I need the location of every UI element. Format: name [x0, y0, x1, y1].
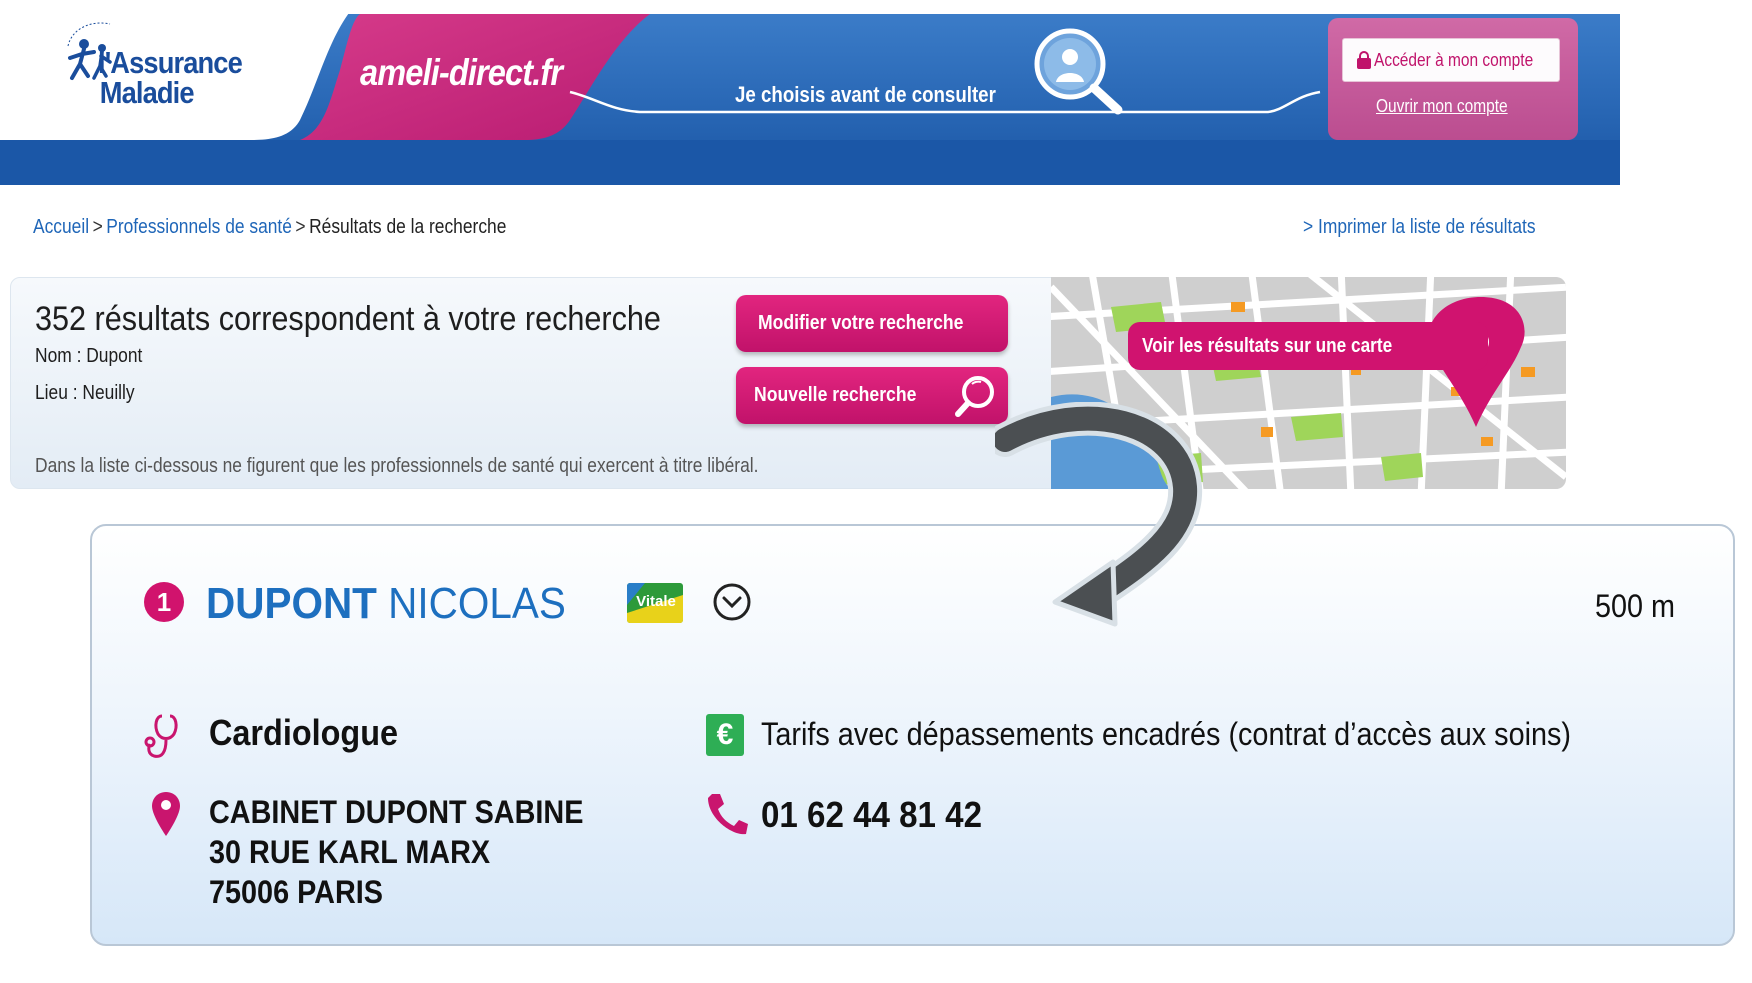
vitale-label: Vitale — [636, 593, 676, 610]
access-account-button[interactable]: Accéder à mon compte — [1342, 38, 1560, 82]
site-title[interactable]: ameli-direct.fr — [360, 52, 563, 94]
breadcrumb: Accueil > Professionnels de santé > Résultat… — [33, 216, 506, 239]
view-on-map-label: Voir les résultats sur une carte — [1142, 334, 1393, 357]
distance: 500 m — [1595, 588, 1676, 624]
modify-search-label: Modifier votre recherche — [758, 312, 964, 334]
account-panel: Accéder à mon compte Ouvrir mon compte — [1328, 18, 1578, 140]
tarifs-info: Tarifs avec dépassements encadrés (contr… — [761, 716, 1571, 752]
lock-icon — [1357, 51, 1371, 69]
criteria-name: Nom : Dupont — [35, 345, 143, 367]
results-count: 352 résultats correspondent à votre rech… — [35, 300, 661, 338]
professional-first-name: NICOLAS — [388, 579, 566, 628]
euro-icon: € — [706, 714, 744, 756]
criteria-place: Lieu : Neuilly — [35, 382, 135, 404]
new-search-label: Nouvelle recherche — [754, 384, 917, 406]
print-results-link[interactable]: > Imprimer la liste de résultats — [1303, 216, 1536, 239]
site-header: l'Assurance Maladie ameli-direct.fr Je c… — [0, 0, 1620, 185]
breadcrumb-current: Résultats de la recherche — [309, 216, 507, 238]
vitale-card-icon: Vitale — [627, 583, 683, 623]
results-map-preview[interactable] — [1051, 277, 1566, 489]
breadcrumb-separator: > — [92, 216, 103, 238]
logo-line-2: Maladie — [99, 75, 195, 110]
modify-search-button[interactable]: Modifier votre recherche — [736, 295, 1008, 352]
result-rank-badge: 1 — [144, 582, 184, 622]
open-account-link[interactable]: Ouvrir mon compte — [1376, 96, 1508, 117]
new-search-button[interactable]: Nouvelle recherche — [736, 367, 1008, 424]
address-line-2: 30 RUE KARL MARX — [209, 834, 491, 870]
location-pin-icon — [152, 792, 180, 836]
phone-number[interactable]: 01 62 44 81 42 — [761, 794, 982, 836]
access-account-label: Accéder à mon compte — [1373, 49, 1534, 70]
breadcrumb-separator: > — [295, 216, 306, 238]
professional-name[interactable]: DUPONT NICOLAS — [206, 579, 566, 629]
result-card: 1 DUPONT NICOLAS Vitale 500 m Cardiologu… — [90, 524, 1735, 946]
address-line-1: CABINET DUPONT SABINE — [209, 794, 584, 830]
view-on-map-button[interactable]: Voir les résultats sur une carte — [1128, 322, 1488, 370]
map-image — [1051, 277, 1566, 489]
address: CABINET DUPONT SABINE 30 RUE KARL MARX 7… — [209, 792, 583, 912]
professional-last-name: DUPONT — [206, 579, 377, 628]
results-disclaimer: Dans la liste ci-dessous ne figurent que… — [35, 455, 759, 477]
breadcrumb-home[interactable]: Accueil — [33, 216, 89, 238]
magnifier-icon — [955, 376, 994, 417]
breadcrumb-health-professionals[interactable]: Professionnels de santé — [106, 216, 292, 238]
specialty: Cardiologue — [209, 712, 399, 753]
site-tagline: Je choisis avant de consulter — [735, 82, 996, 107]
phone-icon — [708, 794, 748, 835]
stethoscope-icon — [144, 714, 178, 758]
brand-logo-text[interactable]: l'Assurance Maladie — [98, 47, 243, 110]
clock-icon[interactable] — [712, 582, 752, 622]
address-line-3: 75006 PARIS — [209, 874, 383, 910]
search-summary-panel: 352 résultats correspondent à votre rech… — [10, 277, 1566, 489]
loupe-doctor-icon — [1034, 28, 1123, 115]
